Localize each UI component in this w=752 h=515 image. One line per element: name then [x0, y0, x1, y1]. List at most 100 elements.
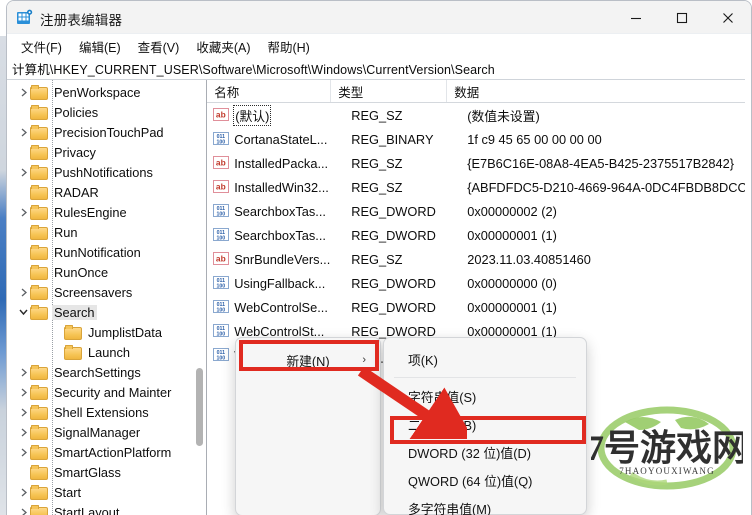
maximize-button[interactable] [659, 1, 705, 34]
tree-item[interactable]: PenWorkspace [7, 82, 206, 102]
chevron-right-icon[interactable] [17, 502, 30, 515]
tree-item-label: SmartActionPlatform [54, 444, 172, 460]
context-submenu-item-label: 多字符串值(M) [408, 501, 492, 515]
column-header-name[interactable]: 名称 [207, 80, 332, 102]
tree-item[interactable]: SearchSettings [7, 362, 206, 382]
tree-item[interactable]: Shell Extensions [7, 402, 206, 422]
binary-value-icon: 011 100 [213, 300, 230, 314]
chevron-right-icon[interactable] [17, 282, 30, 302]
tree-item[interactable]: StartLayout [7, 502, 206, 515]
close-button[interactable] [705, 1, 751, 34]
chevron-right-icon[interactable] [17, 382, 30, 402]
tree-item-label: RADAR [54, 184, 99, 200]
chevron-right-icon[interactable] [17, 162, 30, 182]
cell-value-data: 0x00000001 (1) [467, 299, 557, 315]
table-row[interactable]: ab SnrBundleVers... REG_SZ 2023.11.03.40851… [207, 247, 751, 271]
window-title: 注册表编辑器 [40, 13, 123, 28]
tree-item[interactable]: Security and Mainter [7, 382, 206, 402]
menu-favorites[interactable]: 收藏夹(A) [188, 34, 259, 59]
chevron-right-icon[interactable] [17, 82, 30, 102]
table-row[interactable]: 011 100 WebControlSe... REG_DWORD 0x00000001… [207, 295, 751, 319]
cell-value-data: (数值未设置) [467, 108, 540, 124]
folder-icon [30, 305, 48, 320]
folder-icon [30, 105, 48, 120]
tree-item[interactable]: Policies [7, 102, 206, 122]
value-name-text: SearchboxTas... [234, 227, 326, 243]
table-row[interactable]: 011 100 SearchboxTas... REG_DWORD 0x00000001… [207, 223, 751, 247]
tree-item[interactable]: RADAR [7, 182, 206, 202]
menu-file[interactable]: 文件(F) [13, 34, 71, 59]
tree-item-label: PenWorkspace [54, 84, 141, 100]
chevron-right-icon[interactable] [17, 362, 30, 382]
address-bar[interactable]: 计算机\HKEY_CURRENT_USER\Software\Microsoft… [7, 58, 751, 80]
binary-value-icon: 011 100 [213, 324, 230, 338]
tree-item[interactable]: SmartActionPlatform [7, 442, 206, 462]
tree-item[interactable]: Start [7, 482, 206, 502]
table-row[interactable]: ab (默认) REG_SZ (数值未设置) [207, 103, 751, 127]
context-submenu-item[interactable]: DWORD (32 位)值(D) [384, 438, 586, 466]
cell-value-name: WebControlSe... [233, 300, 351, 315]
tree-scrollbar-thumb[interactable] [196, 368, 204, 446]
cell-value-name: SnrBundleVers... [233, 252, 351, 267]
context-submenu-item-label: DWORD (32 位)值(D) [408, 445, 531, 461]
tree-item-label: Screensavers [54, 284, 133, 300]
chevron-right-icon[interactable] [17, 122, 30, 142]
value-name-text: WebControlSe... [234, 299, 328, 315]
chevron-down-icon[interactable] [17, 302, 30, 322]
table-row[interactable]: ab InstalledPacka... REG_SZ {E7B6C16E-08A8-… [207, 151, 751, 175]
table-row[interactable]: 011 100 CortanaStateL... REG_BINARY 1f c9 45… [207, 127, 751, 151]
annotation-arrow [357, 367, 467, 439]
folder-icon [30, 405, 48, 420]
cell-value-name: (默认) [233, 104, 351, 126]
tree-item[interactable]: RunOnce [7, 262, 206, 282]
menu-view[interactable]: 查看(V) [130, 34, 189, 59]
chevron-right-icon[interactable] [17, 422, 30, 442]
tree-item[interactable]: SignalManager [7, 422, 206, 442]
tree-item[interactable]: Run [7, 222, 206, 242]
tree-item[interactable]: Search [7, 302, 206, 322]
svg-text:ab: ab [216, 254, 226, 264]
string-value-icon: ab [213, 180, 230, 194]
menu-help[interactable]: 帮助(H) [259, 34, 318, 59]
table-row[interactable]: 011 100 SearchboxTas... REG_DWORD 0x00000002… [207, 199, 751, 223]
table-row[interactable]: 011 100 UsingFallback... REG_DWORD 0x0000000… [207, 271, 751, 295]
cell-value-name: InstalledWin32... [233, 180, 351, 195]
value-name-text: InstalledPacka... [234, 155, 329, 171]
cell-value-type: REG_SZ [351, 251, 403, 267]
minimize-button[interactable] [613, 1, 659, 34]
table-row[interactable]: ab InstalledWin32... REG_SZ {ABFDFDC5-D210-… [207, 175, 751, 199]
chevron-right-icon[interactable] [17, 202, 30, 222]
binary-value-icon: 011 100 [213, 132, 230, 146]
folder-icon [30, 245, 48, 260]
screenshot-root: 注册表编辑器 文件(F) 编辑(E) 查看(V) 收藏夹(A) 帮助(H) 计算… [0, 0, 752, 515]
binary-value-icon: 011 100 [213, 228, 230, 242]
chevron-right-icon[interactable] [17, 402, 30, 422]
column-header-data[interactable]: 数据 [447, 80, 751, 102]
cell-value-data: 2023.11.03.40851460 [467, 251, 591, 267]
tree-item-label: Privacy [54, 144, 96, 160]
context-submenu-item[interactable]: 多字符串值(M) [384, 494, 586, 515]
tree-item[interactable]: PushNotifications [7, 162, 206, 182]
chevron-right-icon[interactable] [17, 442, 30, 462]
tree-item[interactable]: JumplistData [7, 322, 206, 342]
context-submenu-item[interactable]: QWORD (64 位)值(Q) [384, 466, 586, 494]
tree-item[interactable]: Privacy [7, 142, 206, 162]
string-value-icon: ab [213, 156, 230, 170]
column-header-type[interactable]: 类型 [331, 80, 448, 102]
tree-item[interactable]: RunNotification [7, 242, 206, 262]
menu-bar: 文件(F) 编辑(E) 查看(V) 收藏夹(A) 帮助(H) [7, 34, 751, 58]
chevron-right-icon[interactable] [17, 482, 30, 502]
value-name-text: SnrBundleVers... [234, 251, 331, 267]
tree-item[interactable]: PrecisionTouchPad [7, 122, 206, 142]
tree-item[interactable]: Screensavers [7, 282, 206, 302]
tree-item[interactable]: RulesEngine [7, 202, 206, 222]
tree-item[interactable]: Launch [7, 342, 206, 362]
tree-item-label: JumplistData [88, 324, 162, 340]
tree-item[interactable]: SmartGlass [7, 462, 206, 482]
menu-edit[interactable]: 编辑(E) [71, 34, 130, 59]
registry-tree-pane[interactable]: PenWorkspace Policies PrecisionTouchPad Pri… [7, 80, 208, 515]
folder-icon [30, 385, 48, 400]
tree-item-label: Security and Mainter [54, 384, 172, 400]
tree-scrollbar[interactable] [194, 80, 206, 515]
